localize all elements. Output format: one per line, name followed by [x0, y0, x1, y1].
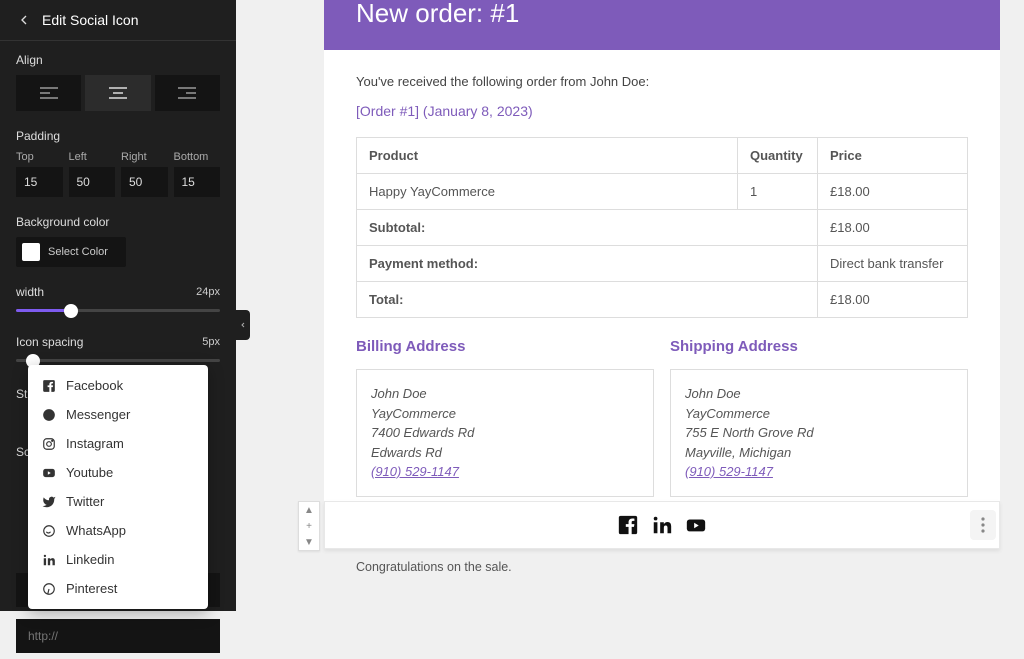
- padding-left-label: Left: [69, 151, 116, 163]
- billing-title: Billing Address: [356, 338, 654, 355]
- padding-left-input[interactable]: [69, 167, 116, 197]
- width-slider[interactable]: [16, 309, 220, 312]
- align-center-button[interactable]: [85, 75, 150, 111]
- dropdown-item-whatsapp[interactable]: WhatsApp: [28, 516, 208, 545]
- email-intro: You've received the following order from…: [356, 74, 968, 89]
- pinterest-icon: [42, 582, 56, 596]
- footer-text: Congratulations on the sale.: [356, 560, 512, 574]
- padding-top-input[interactable]: [16, 167, 63, 197]
- spacing-label: Icon spacing: [16, 335, 83, 349]
- whatsapp-icon: [42, 524, 56, 538]
- color-picker[interactable]: Select Color: [16, 237, 126, 267]
- messenger-icon: [42, 408, 56, 422]
- dropdown-item-linkedin[interactable]: Linkedin: [28, 545, 208, 574]
- color-swatch: [22, 243, 40, 261]
- billing-phone[interactable]: (910) 529-1147: [371, 462, 639, 482]
- twitter-icon: [42, 495, 56, 509]
- align-right-button[interactable]: [155, 75, 220, 111]
- dropdown-item-facebook[interactable]: Facebook: [28, 371, 208, 400]
- table-row: Payment method: Direct bank transfer: [357, 246, 968, 282]
- add-button[interactable]: +: [299, 518, 319, 534]
- padding-right-input[interactable]: [121, 167, 168, 197]
- table-row: Total: £18.00: [357, 282, 968, 318]
- align-left-button[interactable]: [16, 75, 81, 111]
- dropdown-item-pinterest[interactable]: Pinterest: [28, 574, 208, 603]
- dropdown-item-instagram[interactable]: Instagram: [28, 429, 208, 458]
- instagram-icon: [42, 437, 56, 451]
- move-down-button[interactable]: ▼: [299, 534, 319, 550]
- facebook-icon: [617, 514, 639, 536]
- padding-top-label: Top: [16, 151, 63, 163]
- move-up-button[interactable]: ▲: [299, 502, 319, 518]
- style-label: St: [16, 387, 27, 401]
- table-row: Subtotal: £18.00: [357, 210, 968, 246]
- chevron-left-icon: [239, 319, 247, 331]
- linkedin-icon: [651, 514, 673, 536]
- block-controls: ▲ + ▼: [298, 501, 320, 551]
- width-value: 24px: [196, 286, 220, 298]
- billing-box: John Doe YayCommerce 7400 Edwards Rd Edw…: [356, 369, 654, 497]
- padding-bottom-label: Bottom: [174, 151, 221, 163]
- collapse-handle[interactable]: [236, 310, 250, 340]
- align-label: Align: [16, 53, 220, 67]
- panel-title: Edit Social Icon: [42, 12, 139, 28]
- width-label: width: [16, 285, 44, 299]
- table-row: Happy YayCommerce 1 £18.00: [357, 174, 968, 210]
- order-table: Product Quantity Price Happy YayCommerce…: [356, 137, 968, 318]
- order-link[interactable]: [Order #1] (January 8, 2023): [356, 103, 968, 119]
- back-icon[interactable]: [16, 12, 32, 28]
- linkedin-icon: [42, 553, 56, 567]
- padding-right-label: Right: [121, 151, 168, 163]
- sidebar-header: Edit Social Icon: [0, 0, 236, 41]
- social-icon-block[interactable]: [324, 501, 1000, 549]
- email-header: New order: #1: [324, 0, 1000, 50]
- shipping-box: John Doe YayCommerce 755 E North Grove R…: [670, 369, 968, 497]
- dropdown-item-youtube[interactable]: Youtube: [28, 458, 208, 487]
- youtube-icon: [685, 514, 707, 536]
- youtube-icon: [42, 466, 56, 480]
- spacing-value: 5px: [202, 336, 220, 348]
- bgcolor-label: Background color: [16, 215, 220, 229]
- url-input[interactable]: [16, 619, 220, 653]
- facebook-icon: [42, 379, 56, 393]
- color-text: Select Color: [48, 246, 108, 258]
- social-dropdown: Facebook Messenger Instagram Youtube Twi…: [28, 365, 208, 609]
- spacing-slider[interactable]: [16, 359, 220, 362]
- dropdown-item-messenger[interactable]: Messenger: [28, 400, 208, 429]
- email-preview: New order: #1 You've received the follow…: [324, 0, 1000, 521]
- dropdown-item-twitter[interactable]: Twitter: [28, 487, 208, 516]
- block-menu-button[interactable]: [970, 510, 996, 540]
- th-product: Product: [357, 138, 738, 174]
- padding-bottom-input[interactable]: [174, 167, 221, 197]
- th-qty: Quantity: [738, 138, 818, 174]
- padding-label: Padding: [16, 129, 220, 143]
- kebab-icon: [981, 517, 985, 533]
- shipping-title: Shipping Address: [670, 338, 968, 355]
- shipping-phone[interactable]: (910) 529-1147: [685, 462, 953, 482]
- th-price: Price: [818, 138, 968, 174]
